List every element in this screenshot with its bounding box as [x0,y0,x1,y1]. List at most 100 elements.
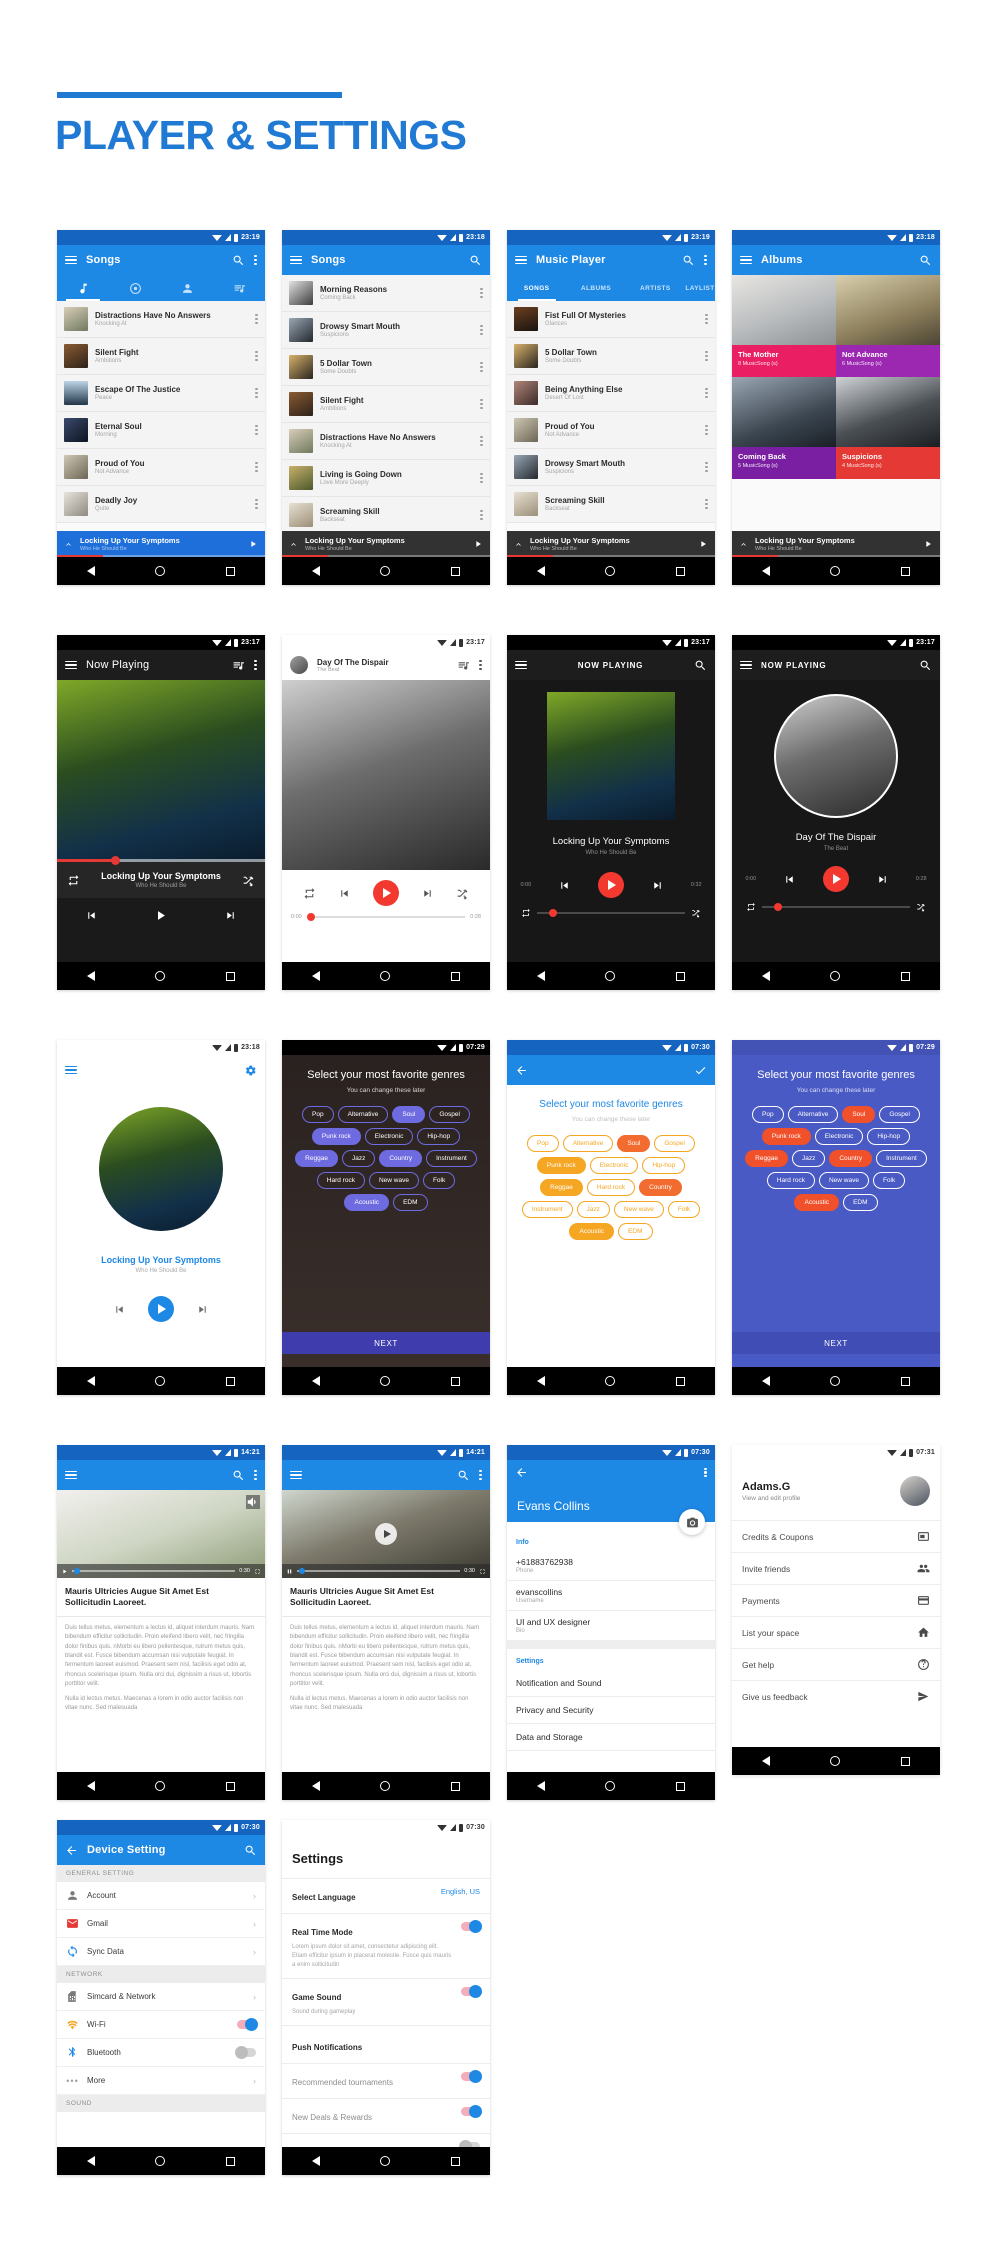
queue-icon[interactable] [232,659,245,672]
fullscreen-icon[interactable] [254,1568,261,1575]
next-icon[interactable] [196,1303,209,1316]
genre-chip[interactable]: Punk rock [761,1127,811,1145]
nav-home-icon[interactable] [155,1781,166,1791]
nav-home-icon[interactable] [830,1376,841,1386]
settings-row[interactable]: Sync Data › [57,1938,265,1966]
genre-chip[interactable]: Jazz [791,1149,826,1167]
nav-recents-icon[interactable] [675,971,685,981]
nav-home-icon[interactable] [830,566,841,576]
genre-chip[interactable]: Hip-hop [642,1156,686,1174]
genre-chip[interactable]: Hard rock [586,1178,636,1196]
list-item[interactable]: Distractions Have No Answers Knocking At [282,423,490,460]
play-icon[interactable] [61,1568,68,1575]
genre-chip[interactable]: EDM [843,1193,878,1211]
menu-icon[interactable] [515,660,527,670]
nav-home-icon[interactable] [830,971,841,981]
list-item[interactable]: Fist Full Of Mysteries Glances [507,301,715,338]
row-more-icon[interactable] [480,362,483,372]
nav-home-icon[interactable] [380,2156,391,2166]
row-more-icon[interactable] [480,510,483,520]
settings-row[interactable]: Real Time Mode Lorem ipsum dolor sit ame… [282,1913,490,1978]
previous-icon[interactable] [85,909,98,922]
genre-chip[interactable]: Gospel [879,1105,920,1123]
more-icon[interactable] [704,255,707,265]
genre-chip[interactable]: Gospel [429,1105,470,1123]
genre-chip[interactable]: Soul [842,1105,876,1123]
play-icon[interactable] [473,539,483,549]
genre-chip[interactable]: Alternative [787,1105,839,1123]
menu-icon[interactable] [290,1470,302,1480]
settings-row[interactable]: Bluetooth [57,2039,265,2067]
gear-icon[interactable] [244,1064,257,1077]
nav-recents-icon[interactable] [450,2156,460,2166]
genre-chip[interactable]: EDM [618,1222,653,1240]
next-icon[interactable] [651,879,664,892]
search-icon[interactable] [694,659,707,672]
nav-home-icon[interactable] [155,2156,166,2166]
nav-back-icon[interactable] [87,2156,96,2166]
settings-row[interactable]: Game Sound Sound during gameplay [282,1978,490,2025]
menu-icon[interactable] [65,255,77,265]
nav-recents-icon[interactable] [675,1781,685,1791]
chevron-up-icon[interactable] [514,540,523,549]
genre-chip[interactable]: Hard rock [316,1171,365,1189]
nav-back-icon[interactable] [762,1376,771,1386]
genre-chip[interactable]: Soul [392,1105,426,1123]
tab-artists[interactable]: ARTISTS [626,275,685,301]
mini-player[interactable]: Locking Up Your Symptoms Who He Should B… [282,531,490,557]
repeat-icon[interactable] [67,874,80,887]
nav-home-icon[interactable] [380,1781,391,1791]
chevron-up-icon[interactable] [64,540,73,549]
row-more-icon[interactable] [705,351,708,361]
next-button[interactable]: NEXT [732,1332,940,1354]
search-icon[interactable] [919,659,932,672]
play-button[interactable] [373,880,399,906]
genre-chip[interactable]: Acoustic [344,1193,390,1211]
list-item[interactable]: Screaming Skill Backseat [282,497,490,534]
album-card[interactable]: Suspicions 4 MusicSong (s) [836,377,940,479]
list-item[interactable]: Proud of You Not Advance [57,449,265,486]
check-icon[interactable] [694,1064,707,1077]
shuffle-icon[interactable] [916,902,926,912]
settings-row[interactable]: ••• More › [57,2067,265,2095]
play-button[interactable] [822,866,849,892]
genre-chip[interactable]: Soul [617,1134,651,1152]
field-row[interactable]: +61883762938 Phone [507,1551,715,1581]
menu-item[interactable]: Give us feedback [732,1680,940,1712]
settings-row[interactable]: Notification and Sound [507,1670,715,1697]
nav-recents-icon[interactable] [900,1756,910,1766]
wifi-toggle[interactable] [237,2018,258,2031]
genre-chip[interactable]: Punk rock [311,1127,361,1145]
nav-back-icon[interactable] [537,566,546,576]
nav-recents-icon[interactable] [900,1376,910,1386]
nav-back-icon[interactable] [312,1376,321,1386]
more-icon[interactable] [479,660,482,670]
nav-recents-icon[interactable] [450,1376,460,1386]
settings-row[interactable]: Privacy and Security [507,1697,715,1724]
list-item[interactable]: 5 Dollar Town Some Doubts [282,349,490,386]
language-row[interactable]: Select Language English, US [282,1878,490,1913]
menu-icon[interactable] [65,660,77,670]
settings-row[interactable]: Simcard & Network › [57,1983,265,2011]
search-icon[interactable] [232,1469,245,1482]
row-more-icon[interactable] [480,288,483,298]
nav-home-icon[interactable] [380,1376,391,1386]
menu-icon[interactable] [740,660,752,670]
nav-home-icon[interactable] [605,971,616,981]
search-icon[interactable] [457,1469,470,1482]
genre-chip[interactable]: Acoustic [569,1222,615,1240]
genre-chip[interactable]: Folk [872,1171,906,1189]
video-controls[interactable]: 0:30 [282,1564,490,1578]
genre-chip[interactable]: Pop [752,1105,784,1123]
next-button[interactable]: NEXT [282,1332,490,1354]
genre-chip[interactable]: Pop [302,1105,334,1123]
genre-chip[interactable]: Gospel [654,1134,695,1152]
play-button[interactable] [148,1296,174,1322]
genre-chip[interactable]: Instrument [426,1149,477,1167]
play-overlay-button[interactable] [375,1523,397,1545]
row-more-icon[interactable] [255,351,258,361]
genre-chip[interactable]: Country [639,1178,682,1196]
nav-recents-icon[interactable] [225,971,235,981]
nav-back-icon[interactable] [537,1376,546,1386]
nav-back-icon[interactable] [87,1376,96,1386]
